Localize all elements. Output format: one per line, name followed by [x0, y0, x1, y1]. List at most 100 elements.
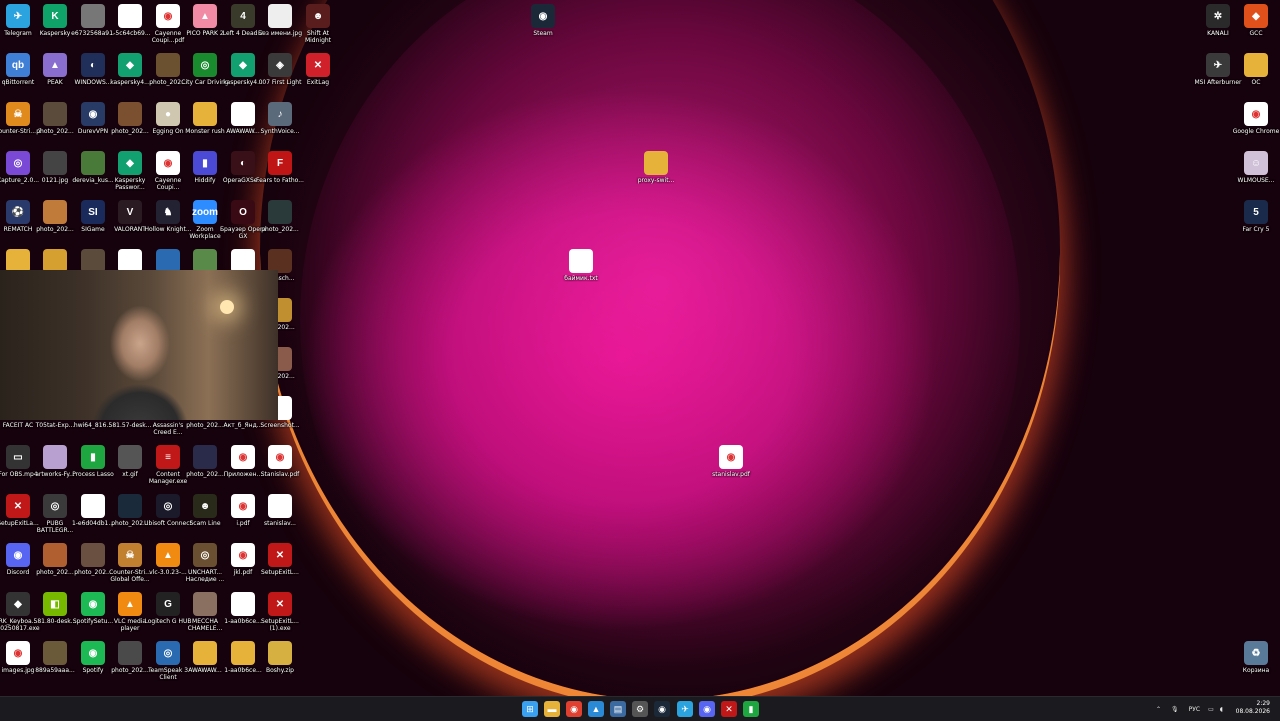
desktop-icon[interactable]: баймик.txt — [557, 249, 605, 282]
file-icon — [118, 4, 142, 28]
desktop-icon[interactable]: ♪ SynthVoice... — [256, 102, 304, 135]
desktop-icon[interactable]: ◉ stanislav.pdf — [707, 445, 755, 478]
microphone-icon[interactable]: 🎙 — [1171, 706, 1179, 713]
exitlag-icon[interactable]: ✕ — [721, 701, 737, 717]
spotify-icon: ◉ — [81, 592, 105, 616]
desktop-icon[interactable]: OC — [1232, 53, 1280, 86]
file-icon — [268, 494, 292, 518]
desktop-icon[interactable]: ✕ SetupExitL... — [256, 543, 304, 576]
desktop-icon-label: proxy-swit... — [637, 177, 675, 184]
game-icon: F — [268, 151, 292, 175]
desktop-icon[interactable]: ◉ Stanislav.pdf — [256, 445, 304, 478]
app-icon: ◆ — [6, 592, 30, 616]
image-file-icon — [268, 4, 292, 28]
desktop-icon[interactable]: ☻ Shift At Midnight — [294, 4, 342, 44]
chevron-up-icon[interactable]: ⌃ — [1156, 706, 1161, 713]
file-icon — [231, 102, 255, 126]
desktop-icon-label: stanislav.pdf — [712, 471, 750, 478]
app-icon: ♪ — [268, 102, 292, 126]
photos-icon[interactable]: ▲ — [588, 701, 604, 717]
kaspersky-icon: ◆ — [231, 53, 255, 77]
desktop-icon-label: Far Cry 5 — [1242, 226, 1270, 233]
game-icon: ☻ — [306, 4, 330, 28]
photo-icon — [118, 494, 142, 518]
image-file-icon — [81, 151, 105, 175]
desktop-icon[interactable]: proxy-swit... — [632, 151, 680, 184]
desktop-icon[interactable]: Boshy.zip — [256, 641, 304, 674]
hiddify-icon: ▮ — [193, 151, 217, 175]
game-icon: ◎ — [193, 543, 217, 567]
zip-icon — [268, 641, 292, 665]
system-tray: ⌃ 🎙 РУС ▭ ◖ — [1156, 697, 1223, 721]
cs2-icon: ☠ — [6, 102, 30, 126]
desktop-icon[interactable]: ✕ SetupExitL... (1).exe — [256, 592, 304, 632]
photo-icon — [193, 445, 217, 469]
chrome-pdf-icon: ◉ — [231, 445, 255, 469]
discord-icon[interactable]: ◉ — [699, 701, 715, 717]
desktop-icon[interactable]: stanislav... — [256, 494, 304, 527]
desktop-icon[interactable]: 5 Far Cry 5 — [1232, 200, 1280, 233]
image-file-icon — [43, 151, 67, 175]
desktop-icon-label: photo_202... — [261, 226, 299, 233]
exitlag-icon: ✕ — [268, 543, 292, 567]
clock-time: 2:29 — [1256, 700, 1270, 707]
app-icon[interactable]: ⚙ — [632, 701, 648, 717]
image-file-icon — [118, 445, 142, 469]
logitech-icon: G — [156, 592, 180, 616]
desktop-icon[interactable]: ◆ GCC — [1232, 4, 1280, 37]
ubisoft-icon: ◎ — [156, 494, 180, 518]
game-icon: ☻ — [193, 494, 217, 518]
chrome-icon[interactable]: ◉ — [566, 701, 582, 717]
language-indicator[interactable]: РУС — [1189, 706, 1200, 713]
process-lasso-icon[interactable]: ▮ — [743, 701, 759, 717]
kaspersky-icon: K — [43, 4, 67, 28]
chrome-pdf-icon: ◉ — [156, 151, 180, 175]
folder-icon — [1244, 53, 1268, 77]
desktop-icon-label: баймик.txt — [564, 275, 598, 282]
file-icon — [81, 494, 105, 518]
photo-icon — [81, 4, 105, 28]
teamspeak-icon: ◎ — [156, 641, 180, 665]
file-explorer-icon[interactable]: ▬ — [544, 701, 560, 717]
pico-park-icon: ▲ — [193, 4, 217, 28]
folder-icon — [193, 102, 217, 126]
desktop-icon[interactable]: ☺ WLMOUSE... — [1232, 151, 1280, 184]
desktop-icon[interactable]: ◉ Google Chrome — [1232, 102, 1280, 135]
wallpaper-arc — [260, 0, 1060, 700]
msi-afterburner-icon: ✈ — [1206, 53, 1230, 77]
exitlag-icon: ✕ — [6, 494, 30, 518]
valorant-icon: V — [118, 200, 142, 224]
chrome-pdf-icon: ◉ — [231, 494, 255, 518]
folder-icon — [193, 641, 217, 665]
nvidia-icon: ◧ — [43, 592, 67, 616]
game-icon: ◎ — [43, 494, 67, 518]
windows-icon: ◐ — [81, 53, 105, 77]
monitor-icon[interactable]: ▭ — [1208, 706, 1214, 713]
photo-icon — [43, 102, 67, 126]
telegram-icon[interactable]: ✈ — [677, 701, 693, 717]
game-icon — [193, 592, 217, 616]
clock[interactable]: 2:29 08.08.2026 — [1236, 700, 1270, 716]
exitlag-icon: ✕ — [306, 53, 330, 77]
desktop-icon-label: GCC — [1249, 30, 1263, 37]
desktop-icon[interactable]: ✕ ExitLag — [294, 53, 342, 86]
folder-icon — [644, 151, 668, 175]
left4dead-icon: 4 — [231, 4, 255, 28]
desktop-icon-label: WLMOUSE... — [1237, 177, 1275, 184]
desktop-icon[interactable]: ◉ Steam — [519, 4, 567, 37]
desktop-icon[interactable]: photo_202... — [256, 200, 304, 233]
text-file-icon — [569, 249, 593, 273]
vlc-icon: ▲ — [156, 543, 180, 567]
start-button-icon[interactable]: ⊞ — [522, 701, 538, 717]
desktop-icon[interactable]: F Fears to Fatho... — [256, 151, 304, 184]
game-icon: ♞ — [156, 200, 180, 224]
desktop-icon-label: Steam — [533, 30, 553, 37]
volume-icon[interactable]: ◖ — [1220, 706, 1223, 713]
notepad-icon[interactable]: ▤ — [610, 701, 626, 717]
image-file-icon: ◉ — [6, 641, 30, 665]
steam-icon[interactable]: ◉ — [654, 701, 670, 717]
desktop-icon-label: OC — [1251, 79, 1261, 86]
desktop-icon-label: SynthVoice... — [260, 128, 300, 135]
desktop-icon[interactable]: ♻ Корзина — [1232, 641, 1280, 674]
game-icon: ● — [156, 102, 180, 126]
